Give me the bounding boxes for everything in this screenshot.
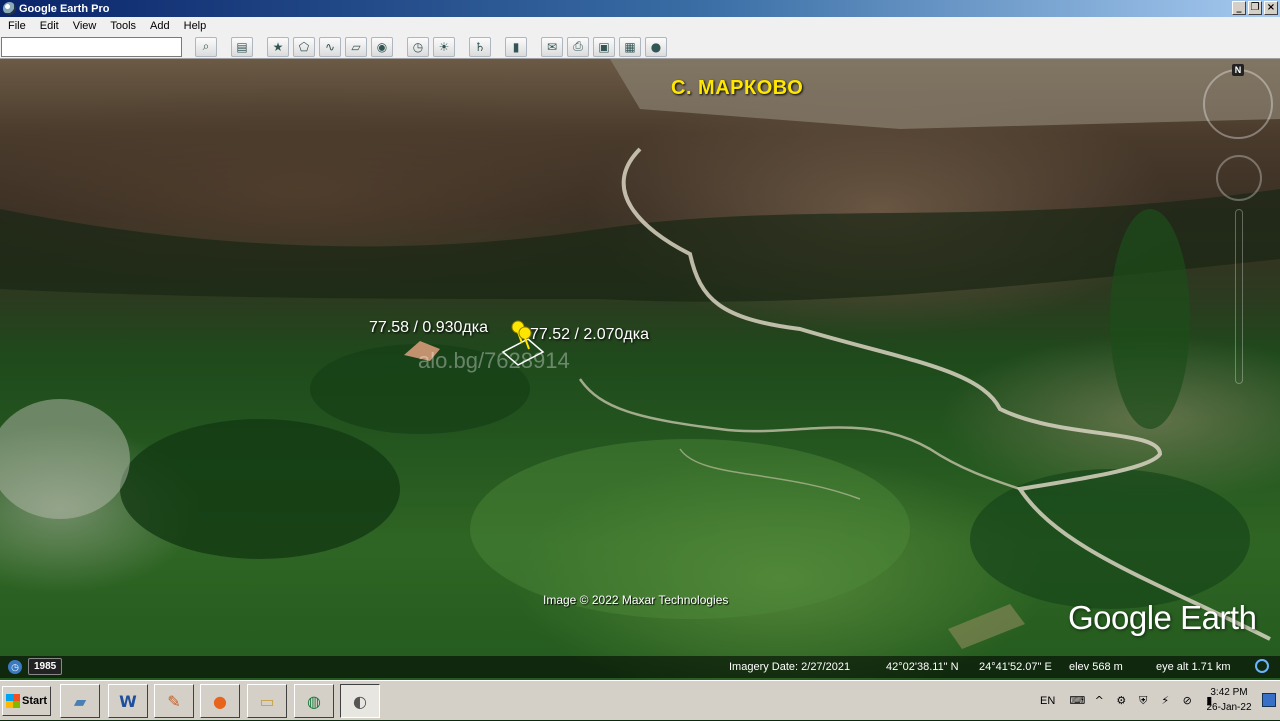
menu-file[interactable]: File [0,20,32,32]
security-icon[interactable]: ⛨ [1135,693,1151,709]
google-earth-pro-icon[interactable]: ◐ [340,684,380,718]
polygon-icon[interactable]: ⬠ [293,36,315,57]
search-icon[interactable]: ⌕ [195,36,217,57]
paint-icon[interactable]: ✎ [154,684,194,718]
placemark-label-a[interactable]: 77.58 / 0.930дка [369,319,488,337]
imagery-attribution: Image © 2022 Maxar Technologies [543,593,729,607]
browser-globe-icon[interactable]: ◍ [294,684,334,718]
system-tray: EN ⌨ ^ ⚙ ⛨ ⚡ ⊘ ▮ [1040,681,1220,721]
menu-edit[interactable]: Edit [32,20,65,32]
longitude: 24°41'52.07" E [979,661,1052,673]
record-tour-icon[interactable]: ◉ [371,36,393,57]
start-label: Start [22,695,48,707]
search-input[interactable] [1,36,182,57]
google-earth-icon [3,2,16,15]
historical-imagery-icon[interactable]: ◷ [407,36,429,57]
map-view[interactable]: С. МАРКОВО 77.58 / 0.930дка 77.52 / 2.07… [0,59,1280,681]
terrain-drawing [0,59,1280,649]
sunlight-icon[interactable]: ☀ [433,36,455,57]
clock-time: 3:42 PM [1210,687,1248,698]
print-icon[interactable]: ⎙ [567,36,589,57]
image-overlay-icon[interactable]: ▱ [345,36,367,57]
explorer-icon[interactable]: ▭ [247,684,287,718]
compass-ring[interactable]: N [1203,64,1273,139]
menu-add[interactable]: Add [142,20,176,32]
restore-icon[interactable]: ❐ [1248,1,1262,15]
close-icon[interactable]: × [1264,1,1278,15]
north-indicator[interactable]: N [1232,64,1244,76]
menu-help[interactable]: Help [176,20,213,32]
mute-icon[interactable]: ⊘ [1179,693,1195,709]
ruler-icon[interactable]: ▮ [505,36,527,57]
firefox-icon[interactable]: ● [200,684,240,718]
imagery-date: Imagery Date: 2/27/2021 [729,661,851,673]
google-earth-logo: Google Earth [1068,599,1257,636]
title-bar: Google Earth Pro _ ❐ × [0,0,1280,17]
elevation: elev 568 m [1069,661,1123,673]
placemark-label-b[interactable]: 77.52 / 2.070дка [530,326,649,344]
menu-tools[interactable]: Tools [102,20,142,32]
status-bar: ◷ 1985 Imagery Date: 2/27/2021 42°02'38.… [0,656,1280,678]
show-desktop-icon[interactable] [1262,693,1276,707]
save-image-icon[interactable]: ▣ [593,36,615,57]
taskbar: Start ▰ W ✎ ● ▭ ◍ ◐ EN ⌨ ^ ⚙ ⛨ ⚡ ⊘ ▮ 3:4… [0,680,1280,720]
streaming-icon [1255,659,1269,673]
look-joystick[interactable] [1216,155,1262,201]
language-indicator[interactable]: EN [1040,695,1055,707]
zoom-slider[interactable] [1235,209,1243,384]
placemark-icon[interactable]: ★ [267,36,289,57]
historical-imagery-status-icon[interactable]: ◷ [8,660,22,674]
menu-view[interactable]: View [65,20,103,32]
email-icon[interactable]: ✉ [541,36,563,57]
sidebar-icon[interactable]: ▤ [231,36,253,57]
tray-expand-icon[interactable]: ^ [1091,693,1107,709]
latitude: 42°02'38.11" N [886,661,959,673]
toolbar: ⌕ ▤ ★ ⬠ ∿ ▱ ◉ ◷ ☀ ♄ ▮ ✉ ⎙ ▣ ▦ ● [0,35,1280,59]
path-icon[interactable]: ∿ [319,36,341,57]
windows-logo-icon [6,694,20,708]
word-icon[interactable]: W [108,684,148,718]
earth-icon[interactable]: ● [645,36,667,57]
network-icon[interactable]: ⚙ [1113,693,1129,709]
notepad-icon[interactable]: ▰ [60,684,100,718]
start-button[interactable]: Start [2,686,51,716]
village-label[interactable]: С. МАРКОВО [671,77,803,100]
planets-icon[interactable]: ♄ [469,36,491,57]
watermark: alo.bg/7628914 [418,348,570,373]
eye-altitude: eye alt 1.71 km [1156,661,1231,673]
menu-bar: File Edit View Tools Add Help [0,17,1280,35]
window-controls: _ ❐ × [1232,1,1278,15]
clock-date: 26-Jan-22 [1206,702,1252,713]
clock[interactable]: 3:42 PM 26-Jan-22 [1200,685,1258,715]
view-in-maps-icon[interactable]: ▦ [619,36,641,57]
keyboard-icon[interactable]: ⌨ [1069,693,1085,709]
power-icon[interactable]: ⚡ [1157,693,1173,709]
minimize-icon[interactable]: _ [1232,1,1246,15]
window-title: Google Earth Pro [19,2,110,15]
imagery-year[interactable]: 1985 [28,658,63,675]
